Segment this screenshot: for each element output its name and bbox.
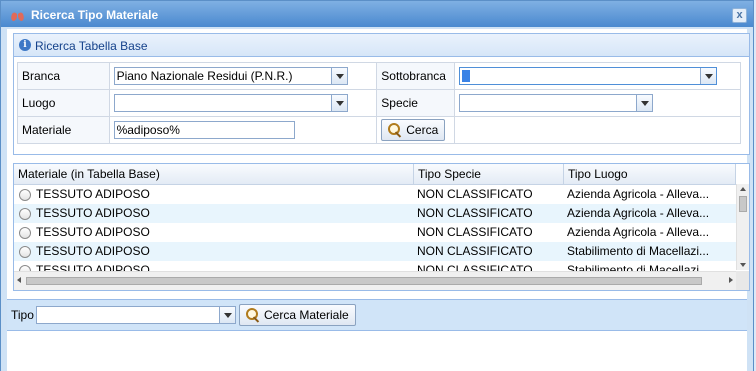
- row-radio[interactable]: [19, 227, 31, 239]
- vertical-scrollbar[interactable]: [736, 184, 749, 270]
- cerca-materiale-button[interactable]: Cerca Materiale: [239, 304, 356, 326]
- chevron-down-icon[interactable]: [330, 68, 347, 84]
- chevron-down-icon[interactable]: [700, 68, 717, 84]
- scroll-down-icon[interactable]: [740, 263, 746, 267]
- cell-materiale: TESSUTO ADIPOSO: [36, 206, 150, 220]
- horizontal-scrollbar[interactable]: [14, 271, 736, 290]
- cell-materiale: TESSUTO ADIPOSO: [36, 244, 150, 258]
- cerca-materiale-label: Cerca Materiale: [264, 308, 349, 322]
- scroll-up-icon[interactable]: [740, 187, 746, 191]
- cell-tipo-luogo: Azienda Agricola - Alleva...: [567, 206, 710, 220]
- chevron-down-icon[interactable]: [219, 307, 235, 323]
- bottom-toolbar: Tipo Cerca Materiale: [7, 299, 747, 331]
- branca-label: Branca: [17, 62, 110, 90]
- cell-tipo-specie: NON CLASSIFICATO: [417, 225, 533, 239]
- info-icon: i: [19, 39, 31, 51]
- close-icon: x: [736, 9, 743, 21]
- luogo-select[interactable]: [113, 94, 348, 112]
- cell-materiale: TESSUTO ADIPOSO: [36, 187, 150, 201]
- luogo-label: Luogo: [17, 89, 110, 117]
- search-icon: [244, 307, 260, 323]
- column-header-materiale[interactable]: Materiale (in Tabella Base): [14, 164, 414, 184]
- row-radio[interactable]: [19, 246, 31, 258]
- scroll-right-icon[interactable]: [729, 277, 733, 283]
- cell-tipo-luogo: Azienda Agricola - Alleva...: [567, 225, 710, 239]
- cell-tipo-luogo: Azienda Agricola - Alleva...: [567, 187, 710, 201]
- lungs-icon: [11, 8, 24, 21]
- cerca-button[interactable]: Cerca: [381, 119, 446, 141]
- cell-tipo-specie: NON CLASSIFICATO: [417, 206, 533, 220]
- cell-tipo-specie: NON CLASSIFICATO: [417, 187, 533, 201]
- search-panel-title: Ricerca Tabella Base: [35, 39, 148, 53]
- horizontal-scroll-thumb[interactable]: [26, 277, 702, 285]
- specie-select[interactable]: [459, 94, 654, 112]
- table-row[interactable]: TESSUTO ADIPOSO NON CLASSIFICATO Azienda…: [14, 223, 736, 242]
- dialog-body: i Ricerca Tabella Base Branca Piano Nazi…: [7, 29, 750, 371]
- branca-select[interactable]: Piano Nazionale Residui (P.N.R.): [113, 67, 348, 85]
- search-panel: i Ricerca Tabella Base Branca Piano Nazi…: [13, 33, 750, 155]
- cell-tipo-luogo: Stabilimento di Macellazi...: [567, 244, 710, 258]
- column-header-tipo-luogo[interactable]: Tipo Luogo: [564, 164, 736, 184]
- specie-label: Specie: [376, 89, 456, 117]
- sottobranca-select[interactable]: [459, 67, 718, 85]
- chevron-down-icon[interactable]: [330, 95, 347, 111]
- sottobranca-label: Sottobranca: [376, 62, 456, 90]
- close-button[interactable]: x: [732, 8, 747, 23]
- window-title: Ricerca Tipo Materiale: [31, 8, 159, 22]
- table-row[interactable]: TESSUTO ADIPOSO NON CLASSIFICATO Azienda…: [14, 185, 736, 204]
- tipo-select[interactable]: [36, 306, 236, 324]
- cerca-label: Cerca: [406, 123, 439, 137]
- chevron-down-icon[interactable]: [636, 95, 653, 111]
- branca-value: Piano Nazionale Residui (P.N.R.): [116, 69, 293, 83]
- scroll-left-icon[interactable]: [17, 277, 21, 283]
- search-icon: [386, 122, 402, 138]
- scrollbar-corner: [736, 271, 749, 290]
- tipo-label: Tipo: [11, 308, 34, 322]
- cell-materiale: TESSUTO ADIPOSO: [36, 225, 150, 239]
- materiale-label: Materiale: [17, 116, 110, 144]
- text-cursor: [462, 70, 471, 82]
- row-radio[interactable]: [19, 208, 31, 220]
- grid-header: Materiale (in Tabella Base) Tipo Specie …: [14, 164, 736, 185]
- materiale-input[interactable]: %adiposo%: [113, 121, 295, 139]
- search-panel-header: i Ricerca Tabella Base: [14, 34, 749, 57]
- results-grid: Materiale (in Tabella Base) Tipo Specie …: [13, 163, 750, 291]
- vertical-scroll-thumb[interactable]: [739, 196, 747, 212]
- table-row[interactable]: TESSUTO ADIPOSO NON CLASSIFICATO Stabili…: [14, 242, 736, 261]
- table-row[interactable]: TESSUTO ADIPOSO NON CLASSIFICATO Azienda…: [14, 204, 736, 223]
- cell-tipo-specie: NON CLASSIFICATO: [417, 244, 533, 258]
- column-header-tipo-specie[interactable]: Tipo Specie: [414, 164, 564, 184]
- title-bar[interactable]: Ricerca Tipo Materiale x: [1, 1, 753, 27]
- dialog-window: Ricerca Tipo Materiale x i Ricerca Tabel…: [0, 0, 754, 371]
- row-radio[interactable]: [19, 189, 31, 201]
- search-form: Branca Piano Nazionale Residui (P.N.R.) …: [17, 62, 741, 144]
